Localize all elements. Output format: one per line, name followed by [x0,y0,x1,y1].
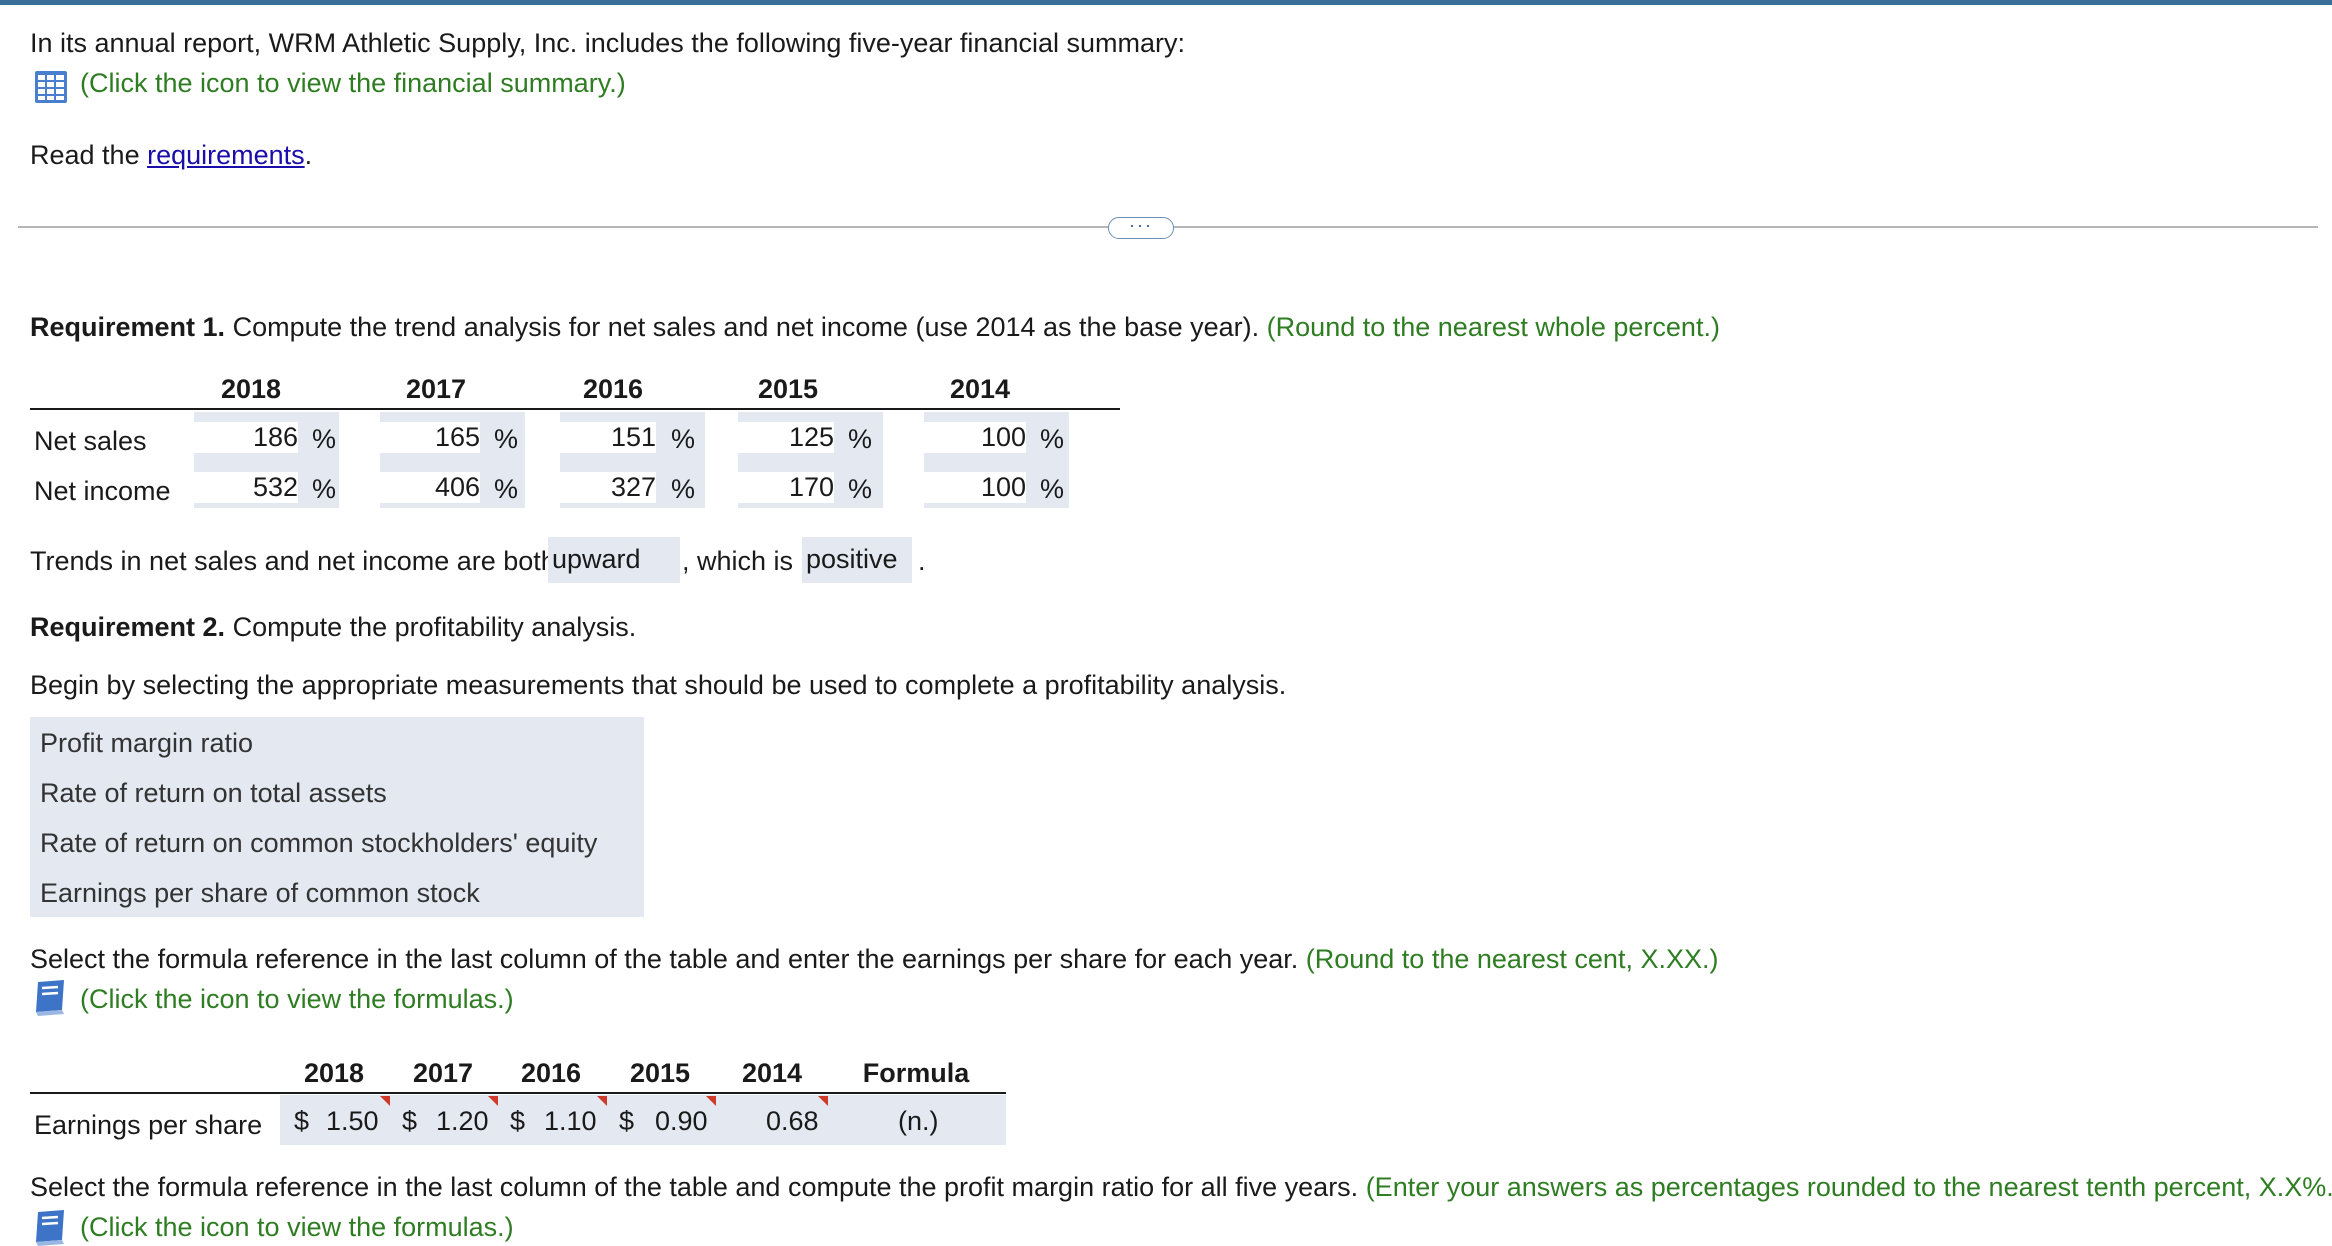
currency-sign: $ [294,1106,310,1136]
percent-sign: % [848,424,873,454]
answer-flag-icon [818,1096,828,1106]
eps-year-2017: 2017 [412,1058,474,1088]
trend-row-label-net-income: Net income [34,476,171,506]
eps-row-label: Earnings per share [34,1110,263,1140]
pm-instruction: Select the formula reference in the last… [30,1172,1366,1202]
req2-text: Compute the profitability analysis. [225,612,637,642]
financial-summary-link[interactable]: (Click the icon to view the financial su… [80,68,626,99]
trend-input[interactable]: 170 [738,472,834,503]
trend-suffix: . [918,546,926,576]
answer-flag-icon [597,1096,607,1106]
answer-flag-icon [706,1096,716,1106]
percent-sign: % [312,474,337,504]
eps-year-2016: 2016 [520,1058,582,1088]
req2-heading: Requirement 2. Compute the profitability… [30,612,636,643]
pm-hint: (Enter your answers as percentages round… [1365,1172,2332,1202]
eps-input[interactable]: 1.50 [326,1106,379,1137]
table-grid-icon[interactable] [34,70,68,104]
trend-year-2015: 2015 [757,374,819,404]
percent-sign: % [671,424,696,454]
percent-sign: % [1040,474,1065,504]
trend-input[interactable]: 125 [738,422,834,453]
eps-input[interactable]: 0.68 [766,1106,819,1137]
trend-input[interactable]: 406 [380,472,480,503]
eps-instruction: Select the formula reference in the last… [30,944,1306,974]
eps-input[interactable]: 1.10 [544,1106,597,1137]
trend-input[interactable]: 151 [560,422,656,453]
read-requirements-line: Read the requirements. [30,140,312,171]
trend-middle: , which is [682,546,794,576]
trend-input[interactable]: 100 [924,422,1026,453]
measure-option[interactable]: Rate of return on common stockholders' e… [40,828,597,859]
measure-option[interactable]: Profit margin ratio [40,728,253,759]
eps-hint: (Round to the nearest cent, X.XX.) [1305,944,1719,974]
formulas-link-2[interactable]: (Click the icon to view the formulas.) [80,1212,514,1243]
req1-heading: Requirement 1. Compute the trend analysi… [30,312,1720,343]
req2-begin: Begin by selecting the appropriate measu… [30,670,1287,700]
read-prefix: Read the [30,140,148,170]
req2-label: Requirement 2. [30,612,226,642]
eps-formula-select[interactable]: (n.) [898,1106,939,1137]
currency-sign: $ [619,1106,635,1136]
eps-instruction-line: Select the formula reference in the last… [30,944,1718,975]
trend-year-2017: 2017 [405,374,467,404]
eps-year-2014: 2014 [741,1058,803,1088]
measure-option[interactable]: Earnings per share of common stock [40,878,480,909]
trend-assessment-dropdown[interactable]: positive [802,537,912,583]
pm-instruction-line: Select the formula reference in the last… [30,1172,2332,1203]
trend-row-label-net-sales: Net sales [34,426,147,456]
percent-sign: % [312,424,337,454]
top-accent-bar [0,0,2332,5]
trend-prefix: Trends in net sales and net income are b… [30,546,556,576]
book-icon[interactable] [32,978,72,1016]
answer-flag-icon [380,1096,390,1106]
percent-sign: % [848,474,873,504]
trend-input[interactable]: 186 [194,422,298,453]
trend-input[interactable]: 327 [560,472,656,503]
trend-header-rule [30,408,1120,410]
eps-input[interactable]: 1.20 [436,1106,489,1137]
req1-label: Requirement 1. [30,312,226,342]
percent-sign: % [671,474,696,504]
ellipsis-icon[interactable]: ··· [1108,216,1174,239]
percent-sign: % [494,424,519,454]
eps-header-rule [30,1092,1006,1094]
trend-year-2016: 2016 [582,374,644,404]
measure-option[interactable]: Rate of return on total assets [40,778,387,809]
eps-input[interactable]: 0.90 [655,1106,708,1137]
trend-direction-dropdown[interactable]: upward [548,537,680,583]
eps-formula-header: Formula [862,1058,970,1088]
percent-sign: % [1040,424,1065,454]
percent-sign: % [494,474,519,504]
trend-year-2014: 2014 [949,374,1011,404]
answer-flag-icon [488,1096,498,1106]
book-icon[interactable] [32,1208,72,1246]
currency-sign: $ [402,1106,418,1136]
req1-text: Compute the trend analysis for net sales… [225,312,1267,342]
requirements-link[interactable]: requirements [147,140,305,170]
currency-sign: $ [510,1106,526,1136]
eps-year-2015: 2015 [629,1058,691,1088]
req1-hint: (Round to the nearest whole percent.) [1266,312,1720,342]
read-suffix: . [304,140,313,170]
trend-input[interactable]: 165 [380,422,480,453]
formulas-link[interactable]: (Click the icon to view the formulas.) [80,984,514,1015]
trend-input[interactable]: 532 [194,472,298,503]
intro-text: In its annual report, WRM Athletic Suppl… [30,28,1186,58]
trend-year-2018: 2018 [220,374,282,404]
eps-year-2018: 2018 [303,1058,365,1088]
trend-input[interactable]: 100 [924,472,1026,503]
